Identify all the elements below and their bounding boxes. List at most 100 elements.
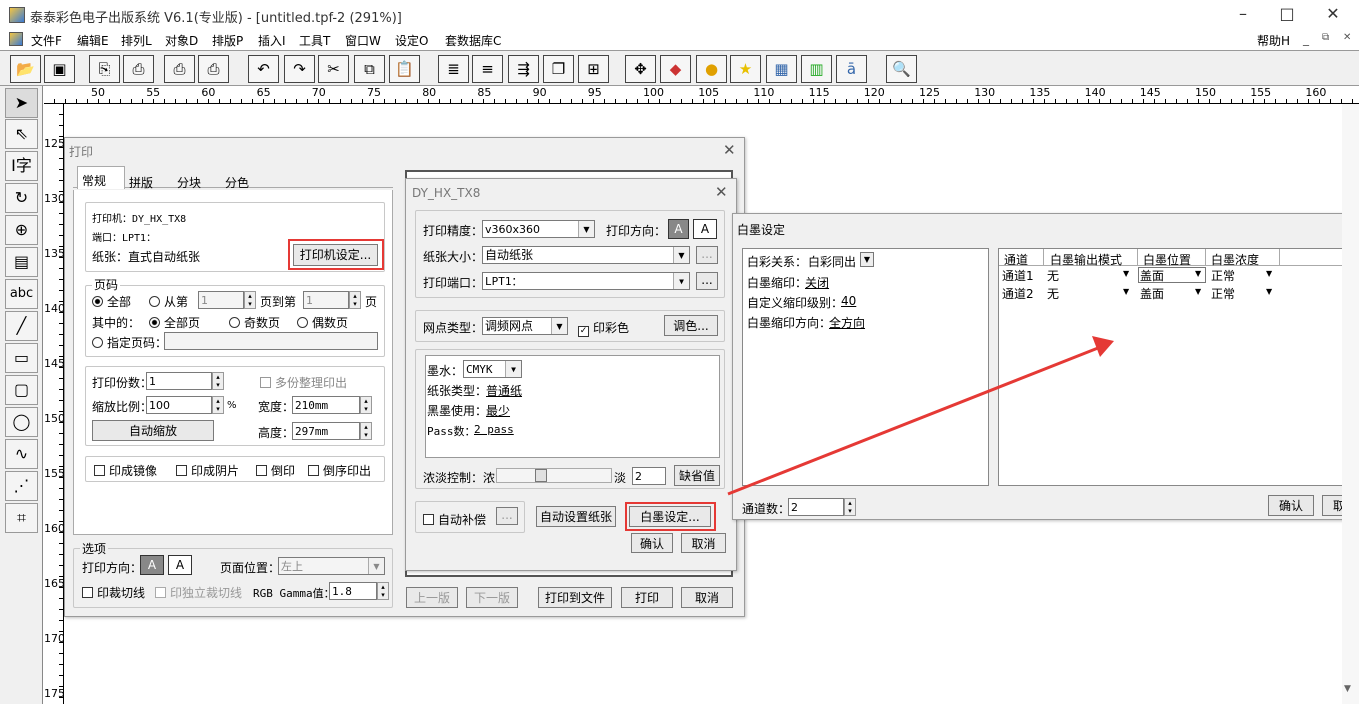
ellipse-icon[interactable]: ◯: [5, 407, 38, 437]
rotate-icon[interactable]: ↻: [5, 183, 38, 213]
row1-output-mode[interactable]: 无: [1047, 267, 1059, 284]
tone-button[interactable]: 调色...: [664, 315, 718, 336]
height-input[interactable]: 297mm: [292, 422, 360, 440]
autoscale-button[interactable]: 自动缩放: [92, 420, 214, 441]
dot-type-select[interactable]: 调频网点 ▼: [482, 317, 568, 335]
redo-icon[interactable]: ↷: [284, 55, 315, 83]
autocomp-more-button[interactable]: ...: [496, 507, 518, 525]
row1-mode-dropdown-icon[interactable]: ▼: [1123, 269, 1129, 278]
hx-landscape-icon[interactable]: A: [693, 219, 717, 239]
row2-position-dropdown-icon[interactable]: ▼: [1195, 287, 1201, 296]
row1-position[interactable]: 盖面: [1140, 267, 1164, 284]
pass-value[interactable]: 2 pass: [474, 423, 514, 436]
palette-icon[interactable]: ●: [696, 55, 727, 83]
row1-density[interactable]: 正常: [1211, 267, 1235, 284]
crop-icon[interactable]: ⌗: [5, 503, 38, 533]
radio-from[interactable]: 从第: [149, 293, 188, 310]
abc-tool-icon[interactable]: abc: [5, 279, 38, 309]
radio-specify-pages[interactable]: 指定页码：: [92, 334, 167, 351]
row2-output-mode[interactable]: 无: [1047, 285, 1059, 302]
tab-imposition[interactable]: 拼版: [129, 174, 153, 191]
group-icon[interactable]: ❐: [543, 55, 574, 83]
open-icon[interactable]: 📂: [10, 55, 41, 83]
to-page-input[interactable]: 1: [303, 291, 349, 309]
menu-file[interactable]: 文件F: [31, 32, 62, 49]
text-flow-icon[interactable]: ≡: [472, 55, 503, 83]
copies-spinner[interactable]: ▴ ▾: [212, 372, 224, 390]
menu-window[interactable]: 窗口W: [345, 32, 381, 49]
print-preview-icon[interactable]: ⎙: [198, 55, 229, 83]
independent-crop-checkbox[interactable]: 印独立裁切线: [155, 584, 242, 601]
vertical-scrollbar[interactable]: [1342, 104, 1359, 704]
from-page-spinner[interactable]: ▴ ▾: [244, 291, 256, 309]
menu-database[interactable]: 套数据库C: [445, 32, 501, 49]
portrait-icon[interactable]: A: [140, 555, 164, 575]
radio-all-pages[interactable]: 全部页: [149, 314, 200, 331]
auto-paper-button[interactable]: 自动设置纸张: [536, 506, 616, 527]
paste-icon[interactable]: 📋: [389, 55, 420, 83]
print-to-file-button[interactable]: 打印到文件: [538, 587, 612, 608]
menu-settings[interactable]: 设定O: [395, 32, 428, 49]
print-close-icon[interactable]: ✕: [723, 141, 736, 159]
crop-marks-checkbox[interactable]: 印裁切线: [82, 584, 145, 601]
specify-pages-input[interactable]: [164, 332, 378, 350]
to-page-spinner[interactable]: ▴ ▾: [349, 291, 361, 309]
printer-dialog-close-icon[interactable]: ✕: [715, 183, 728, 201]
export-icon[interactable]: ⎙: [123, 55, 154, 83]
page-position-select[interactable]: 左上 ▼: [278, 557, 385, 575]
reverse-checkbox[interactable]: 倒序印出: [308, 462, 371, 479]
width-input[interactable]: 210mm: [292, 396, 360, 414]
paper-type-value[interactable]: 普通纸: [486, 382, 522, 399]
print-cancel-button[interactable]: 取消: [681, 587, 733, 608]
default-button[interactable]: 缺省值: [674, 465, 720, 486]
undo-icon[interactable]: ↶: [248, 55, 279, 83]
table-icon[interactable]: ⊞: [578, 55, 609, 83]
mdi-close-icon[interactable]: ✕: [1343, 32, 1351, 43]
hx-portrait-icon[interactable]: A: [668, 219, 689, 239]
white-ink-ok-button[interactable]: 确认: [1268, 495, 1314, 516]
color-print-checkbox[interactable]: ✓ 印彩色: [578, 319, 629, 337]
row1-density-dropdown-icon[interactable]: ▼: [1266, 269, 1272, 278]
shrink-direction-value[interactable]: 全方向: [829, 314, 865, 331]
preview-icon[interactable]: 🔍: [886, 55, 917, 83]
tab-separation[interactable]: 分色: [225, 174, 249, 191]
page-icon[interactable]: ▤: [5, 247, 38, 277]
landscape-icon[interactable]: A: [168, 555, 192, 575]
cut-icon[interactable]: ✂: [318, 55, 349, 83]
color-icon[interactable]: ◆: [660, 55, 691, 83]
printer-cancel-button[interactable]: 取消: [681, 533, 726, 553]
shrink-level-value[interactable]: 40: [841, 294, 856, 308]
density-slider[interactable]: [496, 468, 612, 483]
shrink-value[interactable]: 关闭: [805, 274, 829, 291]
next-plate-button[interactable]: 下一版: [466, 587, 518, 608]
text-align-icon[interactable]: ≣: [438, 55, 469, 83]
port-select[interactable]: LPT1： ▼: [482, 272, 690, 290]
abc-icon[interactable]: ā: [836, 55, 867, 83]
text-indent-icon[interactable]: ⇶: [508, 55, 539, 83]
paper-size-more-button[interactable]: ...: [696, 246, 718, 264]
dashed-line-icon[interactable]: ⋰: [5, 471, 38, 501]
from-page-input[interactable]: 1: [198, 291, 244, 309]
copies-input[interactable]: 1: [146, 372, 212, 390]
chart-icon[interactable]: ▦: [766, 55, 797, 83]
text-tool-icon[interactable]: I字: [5, 151, 38, 181]
port-more-button[interactable]: ...: [696, 272, 718, 290]
print-button[interactable]: 打印: [621, 587, 673, 608]
rectangle-icon[interactable]: ▭: [5, 343, 38, 373]
row2-density[interactable]: 正常: [1211, 285, 1235, 302]
paper-size-select[interactable]: 自动纸张 ▼: [482, 246, 690, 264]
menu-tools[interactable]: 工具T: [299, 32, 330, 49]
channels-input[interactable]: 2: [788, 498, 844, 516]
scale-input[interactable]: 100: [146, 396, 212, 414]
tab-general[interactable]: 常规: [77, 166, 125, 189]
scroll-down-icon[interactable]: ▼: [1344, 684, 1351, 694]
menu-edit[interactable]: 编辑E: [77, 32, 109, 49]
gamma-input[interactable]: 1.8: [329, 582, 377, 600]
prev-plate-button[interactable]: 上一版: [406, 587, 458, 608]
radio-odd-pages[interactable]: 奇数页: [229, 314, 280, 331]
close-icon[interactable]: ✕: [1318, 4, 1348, 23]
relation-dropdown-icon[interactable]: ▼: [860, 252, 874, 267]
radio-all[interactable]: 全部: [92, 293, 131, 310]
tab-tile[interactable]: 分块: [177, 174, 201, 191]
gamma-spinner[interactable]: ▴ ▾: [377, 582, 389, 600]
